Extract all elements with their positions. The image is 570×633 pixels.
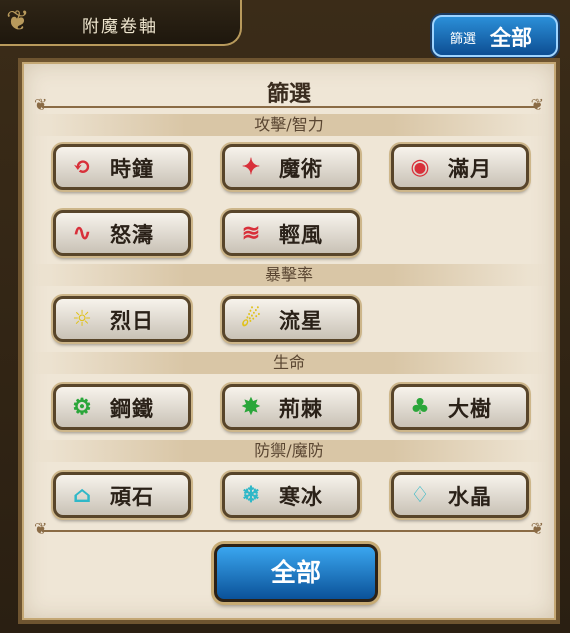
filter-button-crystal[interactable]: ♢ 水晶	[391, 472, 529, 518]
filter-button-tree[interactable]: ♣ 大樹	[391, 384, 529, 430]
section-defense: 防禦/魔防	[30, 440, 548, 462]
filter-value: 全部	[490, 26, 532, 50]
all-button[interactable]: 全部	[214, 544, 378, 602]
button-label: 輕風	[279, 222, 323, 247]
rock-icon: ⌂	[72, 482, 92, 508]
sun-icon: ☼	[72, 306, 92, 332]
page-title: 附魔卷軸	[82, 17, 158, 37]
tree-icon: ♣	[410, 394, 430, 420]
button-label: 荊棘	[279, 396, 323, 421]
section-life: 生命	[30, 352, 548, 374]
meteor-icon: ☄	[241, 306, 261, 332]
button-label: 烈日	[110, 308, 154, 333]
filter-label: 篩選	[450, 32, 477, 47]
filter-button-full-moon[interactable]: ◉ 滿月	[391, 144, 529, 190]
section-crit-rate: 暴擊率	[30, 264, 548, 286]
snowflake-icon: ❄	[241, 482, 261, 508]
panel-title: 篩選	[266, 81, 311, 107]
filter-toggle-button[interactable]: 篩選 全部	[432, 15, 558, 57]
button-label: 水晶	[448, 484, 492, 509]
filter-button-wind[interactable]: ≋ 輕風	[222, 210, 360, 256]
button-label: 滿月	[448, 156, 492, 181]
filter-panel: 篩選 攻擊/智力 暴擊率 生命 防禦/魔防 ⟲ 時鐘 ✦ 魔術 ◉ 滿月 ∿ 怒…	[18, 58, 560, 624]
filter-button-waves[interactable]: ∿ 怒濤	[53, 210, 191, 256]
gear-icon: ⚙	[72, 394, 92, 420]
filter-button-magic[interactable]: ✦ 魔術	[222, 144, 360, 190]
button-label: 流星	[279, 308, 323, 333]
ornament-icon: ❦	[6, 4, 32, 37]
filter-button-steel[interactable]: ⚙ 鋼鐵	[53, 384, 191, 430]
button-label: 鋼鐵	[110, 396, 154, 421]
wind-icon: ≋	[241, 220, 261, 246]
thorn-icon: ✸	[241, 394, 261, 420]
button-label: 魔術	[279, 156, 323, 181]
button-label: 頑石	[110, 484, 154, 509]
magic-star-icon: ✦	[241, 154, 261, 180]
full-moon-icon: ◉	[410, 154, 430, 180]
clock-icon: ⟲	[72, 154, 92, 180]
game-window-frame: ❦ 附魔卷軸 篩選 全部 篩選 攻擊/智力 暴擊率 生命 防禦/魔防 ⟲ 時鐘 …	[0, 0, 570, 633]
filter-button-rock[interactable]: ⌂ 頑石	[53, 472, 191, 518]
button-label: 大樹	[448, 396, 492, 421]
filter-button-meteor[interactable]: ☄ 流星	[222, 296, 360, 342]
title-tab: ❦ 附魔卷軸	[0, 0, 242, 46]
crystal-icon: ♢	[410, 482, 430, 508]
button-label: 寒冰	[279, 484, 323, 509]
filter-button-clock[interactable]: ⟲ 時鐘	[53, 144, 191, 190]
filter-button-thorn[interactable]: ✸ 荊棘	[222, 384, 360, 430]
button-label: 怒濤	[110, 222, 154, 247]
filter-button-ice[interactable]: ❄ 寒冰	[222, 472, 360, 518]
button-label: 時鐘	[110, 156, 154, 181]
divider-bottom	[34, 519, 544, 538]
waves-icon: ∿	[72, 220, 92, 246]
filter-button-sun[interactable]: ☼ 烈日	[53, 296, 191, 342]
divider-top	[34, 95, 544, 114]
section-attack-intellect: 攻擊/智力	[30, 114, 548, 136]
